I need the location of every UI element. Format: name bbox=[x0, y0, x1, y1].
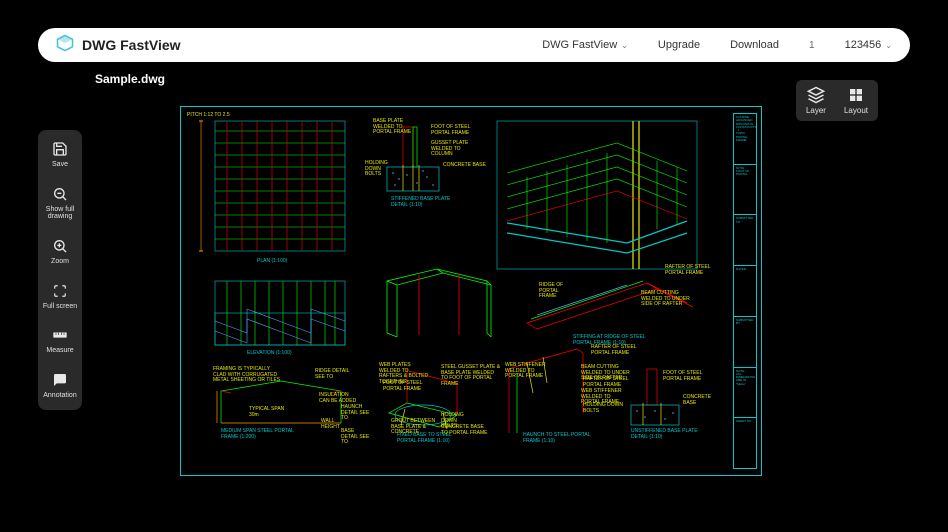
conc-base2-note: CONCRETE BASE TO PORTAL FRAME bbox=[441, 425, 491, 436]
tb-note: NOTE : FOOT OF PORTAL bbox=[734, 165, 756, 216]
file-name: Sample.dwg bbox=[95, 72, 165, 86]
layout-label: Layout bbox=[844, 106, 868, 115]
download-label: Download bbox=[730, 39, 779, 51]
tb-sheet: SHEET NO : bbox=[734, 418, 756, 468]
tb-note2: NOTE : ALL DIMENSIONS ARE IN "Metre" bbox=[734, 368, 756, 419]
save-label: Save bbox=[50, 161, 70, 169]
notification-count[interactable]: 1 bbox=[809, 40, 815, 51]
app-logo-icon bbox=[56, 34, 74, 57]
logo: DWG FastView bbox=[56, 34, 181, 57]
rafter-port-note2: RAFTER OF STEEL PORTAL FRAME bbox=[583, 377, 633, 388]
insulation-note: INSULATION CAN BE ADDED bbox=[319, 393, 359, 404]
foot-steel-note: FOOT OF STEEL PORTAL FRAME bbox=[431, 125, 471, 136]
download-link[interactable]: Download bbox=[730, 39, 779, 51]
menu-app-dropdown[interactable]: DWG FastView ⌄ bbox=[542, 39, 628, 51]
layer-icon bbox=[807, 86, 825, 104]
annotation-button[interactable]: Annotation bbox=[38, 371, 82, 400]
zoom-button[interactable]: Zoom bbox=[38, 237, 82, 266]
layer-label: Layer bbox=[806, 106, 826, 115]
concrete-base-note: CONCRETE BASE bbox=[443, 163, 493, 169]
fullscreen-icon bbox=[51, 282, 69, 300]
layer-button[interactable]: Layer bbox=[806, 86, 826, 115]
beam-cutting-note: BEAM CUTTING WELDED TO UNDER SIDE OF RAF… bbox=[641, 291, 691, 308]
zoom-label: Zoom bbox=[49, 258, 71, 266]
web-stiff-note: WEB STIFFENER WELDED TO PORTAL FRAME bbox=[505, 363, 555, 380]
left-toolbar: Save Show full drawing Zoom Full screen … bbox=[38, 130, 82, 410]
med-span-label: MEDIUM SPAN STEEL PORTAL FRAME (1:200) bbox=[221, 429, 301, 440]
show-full-label: Show full drawing bbox=[38, 206, 82, 221]
elevation-label: ELEVATION (1:100) bbox=[247, 351, 292, 357]
base-det-note: BASE DETAIL SEE TO bbox=[341, 429, 371, 446]
stiff-base-label: STIFFENED BASE PLATE DETAIL (1:10) bbox=[391, 197, 451, 208]
zoom-icon bbox=[51, 237, 69, 255]
plan-label: PLAN (1:100) bbox=[257, 259, 287, 265]
menu-app-label: DWG FastView bbox=[542, 39, 617, 51]
tb-course: COURSE : ADVANCED DIPLOMA IN CONSTRUCTIO… bbox=[734, 114, 756, 165]
rafter-port-note: RAFTER OF STEEL PORTAL FRAME bbox=[591, 345, 641, 356]
upgrade-label: Upgrade bbox=[658, 39, 700, 51]
foot-steel-note2: FOOT OF STEEL PORTAL FRAME bbox=[383, 381, 423, 392]
chevron-down-icon: ⌄ bbox=[885, 41, 892, 50]
save-icon bbox=[51, 140, 69, 158]
tb-submitted: SUBMITTED TO : bbox=[734, 215, 756, 266]
span-note: TYPICAL SPAN 30m bbox=[249, 407, 289, 418]
cad-canvas[interactable]: PLAN (1:100) STIFFENED BASE PLATE DETAIL… bbox=[180, 106, 762, 476]
holding-bolts-note3: HOLDING DOWN BOLTS bbox=[583, 403, 623, 414]
foot-steel-note3: FOOT OF STEEL PORTAL FRAME bbox=[663, 371, 703, 382]
show-full-button[interactable]: Show full drawing bbox=[38, 185, 82, 221]
haunch-label: HAUNCH TO STEEL PORTAL FRAME (1:10) bbox=[523, 433, 603, 444]
user-id-label: 123456 bbox=[845, 39, 882, 51]
grout-note: GROUT BETWEEN BASE PLATE & CONCRETE bbox=[391, 419, 441, 436]
pitch-note: PITCH 1:12 TO 2.5 bbox=[187, 113, 230, 119]
fullscreen-label: Full screen bbox=[41, 303, 79, 311]
measure-label: Measure bbox=[44, 347, 75, 355]
rafter-steel-note: RAFTER OF STEEL PORTAL FRAME bbox=[665, 265, 715, 276]
ridge-det-note: RIDGE DETAIL SEE TO bbox=[315, 369, 355, 380]
base-plate-weld-note: BASE PLATE WELDED TO PORTAL FRAME bbox=[373, 119, 423, 136]
framing-note: FRAMING IS TYPICALLY CLAD WITH CORRUGATE… bbox=[213, 367, 283, 384]
measure-button[interactable]: Measure bbox=[38, 326, 82, 355]
steel-gusset-note: STEEL GUSSET PLATE & BASE PLATE WELDED T… bbox=[441, 365, 501, 387]
fullscreen-button[interactable]: Full screen bbox=[38, 282, 82, 311]
user-dropdown[interactable]: 123456 ⌄ bbox=[845, 39, 892, 51]
chevron-down-icon: ⌄ bbox=[621, 41, 628, 50]
save-button[interactable]: Save bbox=[38, 140, 82, 169]
holding-bolts-note: HOLDING DOWN BOLTS bbox=[365, 161, 395, 178]
upgrade-link[interactable]: Upgrade bbox=[658, 39, 700, 51]
concrete-base-note3: CONCRETE BASE bbox=[683, 395, 723, 406]
unstiff-label: UNSTIFFENED BASE PLATE DETAIL (1:10) bbox=[631, 429, 701, 440]
measure-icon bbox=[51, 326, 69, 344]
show-full-icon bbox=[51, 185, 69, 203]
tb-submitted-by: SUBMITTED BY : bbox=[734, 317, 756, 368]
header-right: DWG FastView ⌄ Upgrade Download 1 123456… bbox=[542, 39, 892, 51]
layout-button[interactable]: Layout bbox=[844, 86, 868, 115]
tb-dated: DATED : bbox=[734, 266, 756, 317]
title-block: COURSE : ADVANCED DIPLOMA IN CONSTRUCTIO… bbox=[733, 113, 757, 469]
roof-portal-note: RIDGE OF PORTAL FRAME bbox=[539, 283, 569, 300]
drawing-area: PLAN (1:100) STIFFENED BASE PLATE DETAIL… bbox=[187, 113, 731, 469]
gusset-note: GUSSET PLATE WELDED TO COLUMN bbox=[431, 141, 481, 158]
annotation-icon bbox=[51, 371, 69, 389]
app-header: DWG FastView DWG FastView ⌄ Upgrade Down… bbox=[38, 28, 910, 62]
app-title: DWG FastView bbox=[82, 37, 181, 53]
right-toolbar: Layer Layout bbox=[796, 80, 878, 121]
layout-icon bbox=[847, 86, 865, 104]
annotation-label: Annotation bbox=[41, 392, 78, 400]
